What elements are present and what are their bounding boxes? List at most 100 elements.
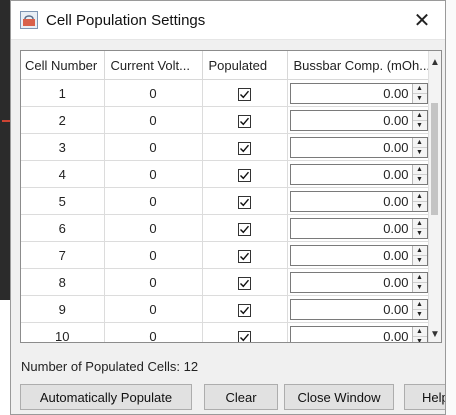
- automatically-populate-button[interactable]: Automatically Populate: [20, 384, 192, 410]
- spin-down-icon[interactable]: ▼: [413, 121, 427, 130]
- populated-checkbox[interactable]: [238, 168, 251, 182]
- populated-checkbox[interactable]: [238, 87, 251, 101]
- spinner-buttons: ▲ ▼: [411, 83, 427, 103]
- bussbar-comp-value[interactable]: 0.00: [291, 327, 412, 343]
- bussbar-comp-value[interactable]: 0.00: [291, 84, 412, 103]
- title-bar[interactable]: Cell Population Settings ✕: [11, 1, 445, 40]
- spin-down-icon[interactable]: ▼: [413, 256, 427, 265]
- spinner-buttons: ▲ ▼: [411, 164, 427, 184]
- spin-up-icon[interactable]: ▲: [412, 300, 427, 310]
- bussbar-comp-value[interactable]: 0.00: [291, 165, 412, 184]
- cell-number: 10: [21, 322, 105, 342]
- populated-checkbox[interactable]: [238, 303, 251, 317]
- spin-down-icon[interactable]: ▼: [413, 337, 427, 343]
- spinner-buttons: ▲ ▼: [411, 272, 427, 292]
- cell-voltage: 0: [104, 79, 203, 107]
- bussbar-comp-value[interactable]: 0.00: [291, 246, 412, 265]
- populated-checkbox[interactable]: [238, 330, 251, 342]
- bussbar-comp-value[interactable]: 0.00: [291, 138, 412, 157]
- spin-down-icon[interactable]: ▼: [413, 283, 427, 292]
- spin-down-icon[interactable]: ▼: [413, 175, 427, 184]
- scrollbar-thumb[interactable]: [431, 103, 438, 215]
- help-button[interactable]: Help: [404, 384, 445, 410]
- populated-cell: [202, 295, 288, 323]
- column-header-cell-number[interactable]: Cell Number: [21, 51, 105, 80]
- bussbar-comp-value[interactable]: 0.00: [291, 273, 412, 292]
- populated-cell: [202, 160, 288, 188]
- table-row[interactable]: 7 0 0.00 ▲ ▼: [21, 241, 431, 269]
- bussbar-comp-spinner[interactable]: 0.00 ▲ ▼: [289, 82, 428, 104]
- bussbar-comp-spinner[interactable]: 0.00 ▲ ▼: [289, 271, 428, 293]
- spin-up-icon[interactable]: ▲: [412, 327, 427, 337]
- spin-down-icon[interactable]: ▼: [413, 229, 427, 238]
- app-icon: [20, 11, 38, 29]
- table-row[interactable]: 6 0 0.00 ▲ ▼: [21, 214, 431, 242]
- bussbar-comp-cell: 0.00 ▲ ▼: [287, 79, 431, 107]
- populated-checkbox[interactable]: [238, 195, 251, 209]
- spinner-buttons: ▲ ▼: [411, 218, 427, 238]
- bussbar-comp-spinner[interactable]: 0.00 ▲ ▼: [289, 136, 428, 158]
- close-icon[interactable]: ✕: [399, 1, 445, 39]
- spin-up-icon[interactable]: ▲: [412, 138, 427, 148]
- populated-checkbox[interactable]: [238, 222, 251, 236]
- cell-voltage: 0: [104, 295, 203, 323]
- spin-up-icon[interactable]: ▲: [412, 111, 427, 121]
- table-row[interactable]: 8 0 0.00 ▲ ▼: [21, 268, 431, 296]
- table-row[interactable]: 2 0 0.00 ▲ ▼: [21, 106, 431, 134]
- column-header-current-voltage[interactable]: Current Volt...: [104, 51, 203, 80]
- bussbar-comp-spinner[interactable]: 0.00 ▲ ▼: [289, 109, 428, 131]
- column-header-populated[interactable]: Populated: [202, 51, 288, 80]
- populated-cell: [202, 133, 288, 161]
- spinner-buttons: ▲ ▼: [411, 137, 427, 157]
- scroll-up-icon[interactable]: ▲: [430, 57, 440, 68]
- bussbar-comp-spinner[interactable]: 0.00 ▲ ▼: [289, 217, 428, 239]
- cell-voltage: 0: [104, 187, 203, 215]
- close-window-button[interactable]: Close Window: [284, 384, 394, 410]
- spinner-buttons: ▲ ▼: [411, 191, 427, 211]
- bussbar-comp-spinner[interactable]: 0.00 ▲ ▼: [289, 325, 428, 343]
- bussbar-comp-spinner[interactable]: 0.00 ▲ ▼: [289, 190, 428, 212]
- bussbar-comp-value[interactable]: 0.00: [291, 300, 412, 319]
- spinner-buttons: ▲ ▼: [411, 245, 427, 265]
- spin-down-icon[interactable]: ▼: [413, 310, 427, 319]
- populated-cell: [202, 106, 288, 134]
- bussbar-comp-spinner[interactable]: 0.00 ▲ ▼: [289, 298, 428, 320]
- scroll-down-icon[interactable]: ▼: [430, 329, 440, 340]
- populated-checkbox[interactable]: [238, 114, 251, 128]
- bussbar-comp-cell: 0.00 ▲ ▼: [287, 106, 431, 134]
- bussbar-comp-value[interactable]: 0.00: [291, 192, 412, 211]
- table-row[interactable]: 4 0 0.00 ▲ ▼: [21, 160, 431, 188]
- populated-cell: [202, 187, 288, 215]
- background-app-mark: [2, 120, 10, 122]
- spin-up-icon[interactable]: ▲: [412, 192, 427, 202]
- bussbar-comp-spinner[interactable]: 0.00 ▲ ▼: [289, 163, 428, 185]
- table-row[interactable]: 10 0 0.00 ▲ ▼: [21, 322, 431, 343]
- spin-down-icon[interactable]: ▼: [413, 202, 427, 211]
- bussbar-comp-cell: 0.00 ▲ ▼: [287, 268, 431, 296]
- populated-cell: [202, 268, 288, 296]
- spin-up-icon[interactable]: ▲: [412, 273, 427, 283]
- bussbar-comp-spinner[interactable]: 0.00 ▲ ▼: [289, 244, 428, 266]
- table-row[interactable]: 1 0 0.00 ▲ ▼: [21, 79, 431, 107]
- table-row[interactable]: 9 0 0.00 ▲ ▼: [21, 295, 431, 323]
- spin-down-icon[interactable]: ▼: [413, 148, 427, 157]
- populated-checkbox[interactable]: [238, 141, 251, 155]
- populated-checkbox[interactable]: [238, 249, 251, 263]
- column-header-bussbar-comp[interactable]: Bussbar Comp. (mOh...: [287, 51, 431, 80]
- spin-up-icon[interactable]: ▲: [412, 84, 427, 94]
- spin-up-icon[interactable]: ▲: [412, 246, 427, 256]
- cell-voltage: 0: [104, 241, 203, 269]
- populated-cell: [202, 214, 288, 242]
- table-row[interactable]: 3 0 0.00 ▲ ▼: [21, 133, 431, 161]
- spin-up-icon[interactable]: ▲: [412, 219, 427, 229]
- cell-number: 6: [21, 214, 105, 242]
- bussbar-comp-value[interactable]: 0.00: [291, 219, 412, 238]
- bussbar-comp-value[interactable]: 0.00: [291, 111, 412, 130]
- spin-up-icon[interactable]: ▲: [412, 165, 427, 175]
- spin-down-icon[interactable]: ▼: [413, 94, 427, 103]
- table-row[interactable]: 5 0 0.00 ▲ ▼: [21, 187, 431, 215]
- clear-button[interactable]: Clear: [204, 384, 278, 410]
- bussbar-comp-cell: 0.00 ▲ ▼: [287, 133, 431, 161]
- table-scrollbar[interactable]: ▲ ▼: [428, 51, 441, 342]
- populated-checkbox[interactable]: [238, 276, 251, 290]
